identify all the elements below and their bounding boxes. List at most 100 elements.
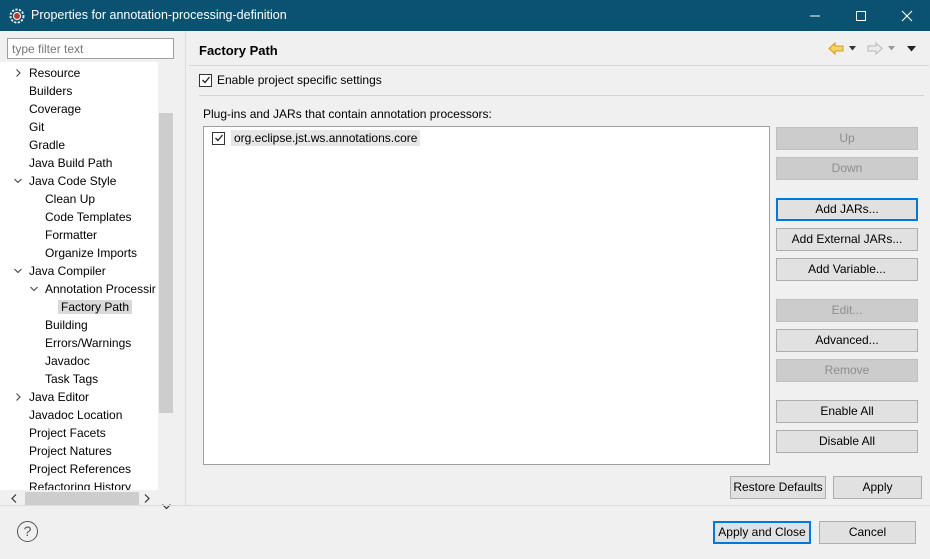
tree-item[interactable]: Factory Path — [58, 298, 133, 316]
back-dropdown-icon[interactable] — [849, 46, 856, 51]
checkmark-icon — [201, 76, 210, 84]
title-bar: Properties for annotation-processing-def… — [0, 0, 930, 31]
tree-item[interactable]: Project Natures — [29, 442, 112, 460]
view-menu-icon[interactable] — [907, 46, 916, 52]
tree-item-label: Git — [29, 120, 45, 134]
tree-item-label: Factory Path — [58, 300, 133, 314]
header-divider — [189, 65, 929, 66]
list-caption: Plug-ins and JARs that contain annotatio… — [203, 107, 492, 121]
tree-item[interactable]: Refactoring History — [29, 478, 131, 490]
tree-item[interactable]: Building — [45, 316, 88, 334]
tree-item-label: Refactoring History — [29, 480, 132, 490]
scrollbar-thumb[interactable] — [25, 492, 139, 505]
chevron-right-icon[interactable] — [144, 494, 150, 503]
enable-all-button[interactable]: Enable All — [776, 400, 918, 423]
tree-item[interactable]: Java Editor — [16, 388, 90, 406]
tree-item[interactable]: Errors/Warnings — [45, 334, 131, 352]
maximize-icon — [856, 10, 866, 21]
footer-divider — [0, 505, 930, 506]
tree-item-label: Java Editor — [29, 390, 90, 404]
tree-item[interactable]: Task Tags — [45, 370, 98, 388]
tree-item[interactable]: Code Templates — [45, 208, 132, 226]
maximize-button[interactable] — [838, 0, 884, 31]
tree-item[interactable]: Gradle — [29, 136, 65, 154]
page-title: Factory Path — [199, 43, 278, 58]
chevron-down-icon[interactable] — [14, 177, 22, 185]
tree-item-label: Annotation Processir — [45, 282, 156, 296]
tree-item-label: Coverage — [29, 102, 82, 116]
checkmark-icon — [214, 134, 223, 142]
chevron-down-icon[interactable] — [14, 267, 22, 275]
chevron-right-icon[interactable] — [14, 393, 22, 401]
tree-item[interactable]: Builders — [29, 82, 72, 100]
cancel-button[interactable]: Cancel — [819, 521, 916, 544]
tree-item-label: Java Build Path — [29, 156, 113, 170]
tree-item-label: Project References — [29, 462, 132, 476]
close-button[interactable] — [884, 0, 930, 31]
forward-dropdown-icon — [888, 46, 895, 51]
tree-item[interactable]: Coverage — [29, 100, 81, 118]
restore-defaults-button[interactable]: Restore Defaults — [730, 476, 826, 499]
minimize-icon — [810, 15, 820, 16]
tree-item[interactable]: Project Facets — [29, 424, 106, 442]
tree-item-label: Building — [45, 318, 88, 332]
tree-item[interactable]: Clean Up — [45, 190, 95, 208]
down-button[interactable]: Down — [776, 157, 918, 180]
property-tree[interactable]: Resource Builders Coverage Git Gradle Java Bu… — [0, 62, 158, 490]
tree-item[interactable]: Java Compiler — [14, 262, 106, 280]
tree-item-label: Formatter — [45, 228, 98, 242]
add-jars-button[interactable]: Add JARs... — [776, 198, 918, 221]
enable-settings-label: Enable project specific settings — [217, 73, 382, 87]
up-button[interactable]: Up — [776, 127, 918, 150]
list-item[interactable]: org.eclipse.jst.ws.annotations.core — [212, 130, 421, 146]
tree-item-label: Javadoc Location — [29, 408, 123, 422]
tree-item-label: Task Tags — [45, 372, 99, 386]
filter-input[interactable] — [7, 38, 174, 59]
tree-item[interactable]: Formatter — [45, 226, 97, 244]
tree-item[interactable]: Java Code Style — [14, 172, 116, 190]
tree-item-label: Project Natures — [29, 444, 112, 458]
close-icon — [901, 10, 913, 21]
advanced-button[interactable]: Advanced... — [776, 329, 918, 352]
tree-item-label: Project Facets — [29, 426, 106, 440]
chevron-down-icon[interactable] — [30, 285, 38, 293]
back-arrow-icon[interactable] — [828, 42, 844, 55]
tree-item-label: Errors/Warnings — [45, 336, 132, 350]
enable-project-settings[interactable]: Enable project specific settings — [199, 73, 382, 87]
tree-item-label: Resource — [29, 66, 81, 80]
factory-path-list[interactable]: org.eclipse.jst.ws.annotations.core — [203, 126, 770, 465]
apply-and-close-button[interactable]: Apply and Close — [713, 521, 811, 544]
tree-item[interactable]: Resource — [16, 64, 81, 82]
enable-settings-checkbox[interactable] — [199, 73, 212, 87]
tree-item-label: Builders — [29, 84, 73, 98]
minimize-button[interactable] — [792, 0, 838, 31]
tree-item-label: Gradle — [29, 138, 66, 152]
tree-item-label: Code Templates — [45, 210, 132, 224]
remove-button[interactable]: Remove — [776, 359, 918, 382]
entry-checkbox[interactable] — [212, 131, 225, 145]
scrollbar-thumb[interactable] — [159, 113, 173, 413]
tree-item-label: Javadoc — [45, 354, 90, 368]
help-icon[interactable]: ? — [17, 521, 38, 542]
tree-item-label: Organize Imports — [45, 246, 138, 260]
tree-item[interactable]: Annotation Processir — [30, 280, 156, 298]
tree-item[interactable]: Java Build Path — [29, 154, 112, 172]
tree-item[interactable]: Project References — [29, 460, 131, 478]
entry-label: org.eclipse.jst.ws.annotations.core — [231, 130, 421, 146]
add-variable-button[interactable]: Add Variable... — [776, 258, 918, 281]
tree-item[interactable]: Organize Imports — [45, 244, 137, 262]
tree-item[interactable]: Javadoc Location — [29, 406, 122, 424]
chevron-right-icon[interactable] — [14, 69, 22, 77]
chevron-left-icon[interactable] — [11, 494, 17, 503]
tree-item-label: Clean Up — [45, 192, 96, 206]
edit-button[interactable]: Edit... — [776, 299, 918, 322]
settings-divider — [199, 95, 924, 96]
tree-item[interactable]: Git — [29, 118, 44, 136]
add-external-jars-button[interactable]: Add External JARs... — [776, 228, 918, 251]
tree-vertical-scrollbar[interactable] — [158, 62, 174, 518]
forward-arrow-icon — [867, 42, 883, 55]
apply-button[interactable]: Apply — [833, 476, 922, 499]
disable-all-button[interactable]: Disable All — [776, 430, 918, 453]
navigation-panel: Resource Builders Coverage Git Gradle Java Bu… — [0, 31, 186, 518]
tree-item[interactable]: Javadoc — [45, 352, 90, 370]
